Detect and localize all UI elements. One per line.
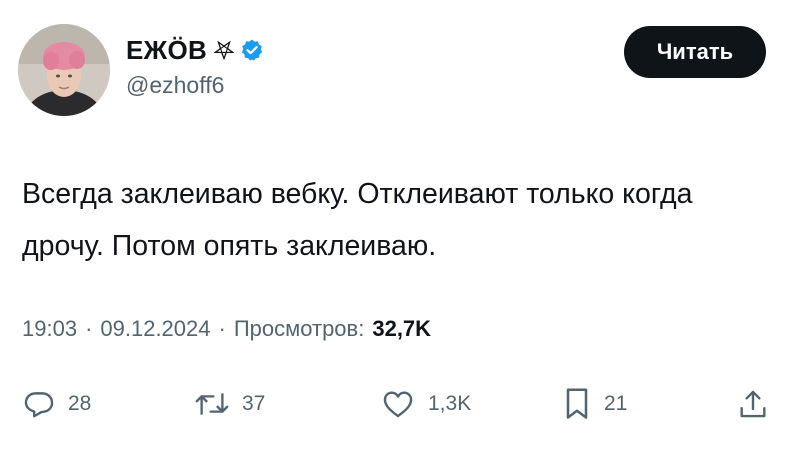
- author-block: ЕЖÖВ @ezhoff6: [126, 33, 264, 99]
- avatar[interactable]: [18, 24, 110, 116]
- share-icon: [736, 386, 770, 422]
- like-count: 1,3K: [428, 392, 472, 415]
- views-label: Просмотров:: [233, 316, 365, 341]
- tweet-card: ЕЖÖВ @ezhoff6 Читать Всегда заклеиваю ве…: [0, 0, 800, 450]
- bookmark-icon: [562, 386, 592, 422]
- pentagram-icon: [214, 40, 235, 60]
- retweet-icon: [194, 387, 230, 421]
- meta-separator: ·: [85, 316, 93, 341]
- like-button[interactable]: 1,3K: [380, 384, 471, 424]
- views-count: 32,7K: [372, 316, 432, 341]
- display-name[interactable]: ЕЖÖВ: [126, 35, 207, 66]
- tweet-time[interactable]: 19:03: [22, 316, 77, 342]
- reply-bubble-icon: [22, 387, 56, 421]
- retweet-button[interactable]: 37: [194, 384, 265, 424]
- bookmark-count: 21: [604, 392, 628, 415]
- bookmark-button[interactable]: 21: [562, 384, 627, 424]
- action-bar: 28 37 1,3K 21: [0, 384, 800, 424]
- heart-icon: [380, 387, 416, 421]
- retweet-count: 37: [242, 392, 266, 415]
- reply-count: 28: [68, 392, 92, 415]
- follow-button[interactable]: Читать: [624, 26, 766, 78]
- tweet-date[interactable]: 09.12.2024: [100, 316, 210, 342]
- verified-badge-icon: [240, 38, 264, 62]
- author-handle[interactable]: @ezhoff6: [126, 72, 264, 99]
- reply-button[interactable]: 28: [22, 384, 91, 424]
- meta-separator: ·: [218, 316, 226, 341]
- tweet-meta: 19:03 · 09.12.2024 · Просмотров: 32,7K: [22, 316, 431, 342]
- share-button[interactable]: [736, 384, 770, 424]
- tweet-text: Всегда заклеиваю вебку. Отклеивают тольк…: [22, 178, 693, 262]
